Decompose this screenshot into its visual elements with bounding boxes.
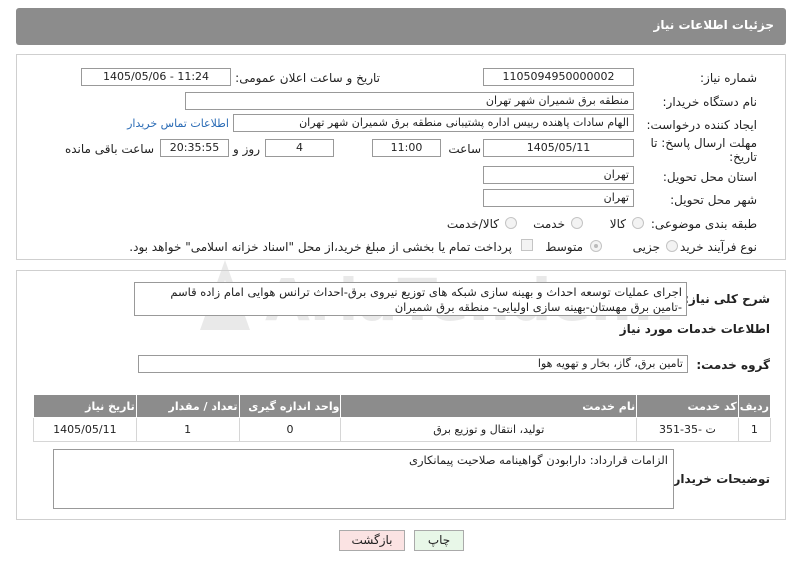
buyer-org-label: نام دستگاه خریدار: [662, 95, 758, 109]
deadline-time-field: 11:00 [372, 139, 441, 157]
col-header-name: نام خدمت [340, 394, 638, 418]
process-type-label: نوع فرآیند خرید : [672, 240, 757, 254]
need-number-field: 1105094950000002 [483, 68, 634, 86]
category-goods-radio[interactable] [632, 217, 644, 229]
buyer-notes-textarea[interactable]: الزامات قرارداد: دارابودن گواهینامه صلاح… [53, 449, 674, 509]
remaining-time-field: 20:35:55 [160, 139, 229, 157]
cell-quantity: 1 [135, 417, 240, 442]
service-group-field: تامین برق، گاز، بخار و تهویه هوا [138, 355, 688, 373]
col-header-unit: واحد اندازه گیری [238, 394, 342, 418]
cell-row-number: 1 [737, 417, 772, 442]
page-header: جزئیات اطلاعات نیاز [16, 8, 786, 45]
process-medium-label: متوسط [545, 240, 583, 254]
announce-datetime-label: تاریخ و ساعت اعلان عمومی: [235, 71, 380, 85]
services-table: ردیف کد خدمت نام خدمت واحد اندازه گیری ت… [33, 394, 772, 442]
process-medium-radio[interactable] [590, 240, 602, 252]
requester-field: الهام سادات پاهنده رییس اداره پشتیبانی م… [233, 114, 634, 132]
col-header-row: ردیف [737, 394, 772, 418]
treasury-payment-checkbox[interactable] [521, 239, 533, 251]
need-number-label: شماره نیاز: [700, 71, 757, 85]
cell-service-code: ت -35-351 [636, 417, 739, 442]
buyer-contact-link[interactable]: اطلاعات تماس خریدار [127, 117, 229, 130]
category-service-radio[interactable] [571, 217, 583, 229]
service-group-label: گروه خدمت: [696, 358, 770, 372]
col-header-date: تاریخ نیاز [33, 394, 137, 418]
cell-need-date: 1405/05/11 [33, 417, 137, 442]
back-button[interactable]: بازگشت [339, 530, 405, 551]
treasury-payment-note: پرداخت تمام یا بخشی از مبلغ خرید،از محل … [129, 240, 512, 254]
buyer-org-field: منطقه برق شمیران شهر تهران [185, 92, 634, 110]
city-field: تهران [483, 189, 634, 207]
deadline-time-label: ساعت [448, 142, 481, 156]
deadline-label: مهلت ارسال پاسخ: تا تاریخ: [650, 136, 757, 164]
city-label: شهر محل تحویل: [670, 193, 757, 207]
announce-datetime-field: 1405/05/06 - 11:24 [81, 68, 231, 86]
category-goods-service-radio[interactable] [505, 217, 517, 229]
category-service-label: خدمت [533, 217, 565, 231]
category-label: طبقه بندی موضوعی: [650, 217, 757, 231]
province-label: استان محل تحویل: [662, 170, 757, 184]
remaining-days-label: روز و [233, 142, 260, 156]
description-label: شرح کلی نیاز: [684, 292, 770, 306]
print-button[interactable]: چاپ [414, 530, 464, 551]
cell-unit: 0 [238, 417, 342, 442]
deadline-date-field: 1405/05/11 [483, 139, 634, 157]
table-row: 1 ت -35-351 تولید، انتقال و توزیع برق 0 … [33, 417, 772, 442]
buyer-notes-label: توضیحات خریدار: [668, 472, 770, 486]
category-goods-service-label: کالا/خدمت [446, 217, 499, 231]
process-minor-label: جزیی [632, 240, 660, 254]
services-info-title: اطلاعات خدمات مورد نیاز [619, 322, 770, 336]
cell-service-name: تولید، انتقال و توزیع برق [340, 417, 638, 442]
category-goods-label: کالا [609, 217, 626, 231]
process-minor-radio[interactable] [666, 240, 678, 252]
province-field: تهران [483, 166, 634, 184]
description-textarea[interactable]: اجرای عملیات توسعه احداث و بهینه سازی شب… [134, 282, 687, 316]
col-header-code: کد خدمت [636, 394, 739, 418]
page-title: جزئیات اطلاعات نیاز [653, 18, 774, 32]
remaining-days-field: 4 [265, 139, 334, 157]
col-header-quantity: تعداد / مقدار [135, 394, 240, 418]
remaining-time-label: ساعت باقی مانده [64, 142, 154, 156]
requester-label: ایجاد کننده درخواست: [646, 118, 757, 132]
